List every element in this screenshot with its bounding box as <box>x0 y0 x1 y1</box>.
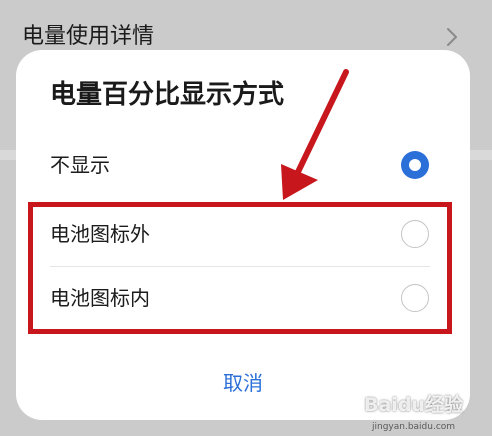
dialog-title: 电量百分比显示方式 <box>50 80 285 110</box>
radio-dot <box>409 159 421 171</box>
radio-selected-icon[interactable] <box>401 151 429 179</box>
background-row-title: 电量使用详情 <box>22 24 155 49</box>
baidu-watermark-url: jingyan.baidu.com <box>372 422 456 432</box>
chevron-right-icon <box>447 28 457 46</box>
option-hide[interactable]: 不显示 <box>16 135 470 195</box>
baidu-watermark-logo: Baidu经验 <box>364 394 463 416</box>
annotation-highlight-box <box>28 202 452 334</box>
option-label: 不显示 <box>50 153 110 177</box>
